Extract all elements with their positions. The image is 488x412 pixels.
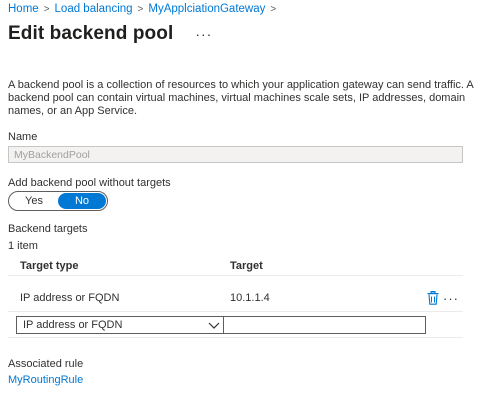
new-target-row: IP address or FQDN bbox=[8, 312, 463, 338]
name-label: Name bbox=[8, 131, 38, 143]
name-input-value: MyBackendPool bbox=[14, 148, 90, 161]
backend-targets-table: Target type Target IP address or FQDN 10… bbox=[8, 256, 463, 338]
toggle-option-yes[interactable]: Yes bbox=[10, 193, 58, 209]
row-target-value: 10.1.1.4 bbox=[230, 292, 270, 304]
chevron-right-icon: > bbox=[137, 3, 144, 15]
row-target-type: IP address or FQDN bbox=[20, 292, 120, 304]
table-row: IP address or FQDN 10.1.1.4 ··· bbox=[8, 286, 463, 312]
target-type-select-value: IP address or FQDN bbox=[23, 319, 123, 331]
row-more-button[interactable]: ··· bbox=[443, 292, 459, 305]
backend-targets-count: 1 item bbox=[8, 240, 38, 252]
title-row: Edit backend pool ··· bbox=[8, 20, 212, 48]
page-description: A backend pool is a collection of resour… bbox=[8, 79, 474, 117]
breadcrumb-home[interactable]: Home bbox=[8, 3, 39, 15]
without-targets-toggle: Yes No bbox=[8, 191, 108, 211]
without-targets-label: Add backend pool without targets bbox=[8, 177, 171, 189]
associated-rule-label: Associated rule bbox=[8, 358, 84, 370]
associated-rule-link[interactable]: MyRoutingRule bbox=[8, 374, 83, 386]
more-options-button[interactable]: ··· bbox=[195, 27, 212, 41]
breadcrumb-application-gateway[interactable]: MyApplciationGateway bbox=[148, 3, 265, 15]
trash-icon[interactable] bbox=[427, 291, 439, 305]
column-header-target: Target bbox=[230, 260, 263, 272]
row-actions: ··· bbox=[427, 291, 459, 305]
backend-targets-label: Backend targets bbox=[8, 223, 88, 235]
chevron-down-icon bbox=[208, 322, 220, 329]
toggle-option-no[interactable]: No bbox=[58, 193, 106, 209]
table-header-row: Target type Target bbox=[8, 256, 463, 276]
target-type-select[interactable]: IP address or FQDN bbox=[16, 316, 226, 334]
target-input[interactable] bbox=[223, 316, 426, 334]
chevron-right-icon: > bbox=[270, 3, 277, 15]
column-header-target-type: Target type bbox=[20, 260, 79, 272]
chevron-right-icon: > bbox=[43, 3, 50, 15]
breadcrumb-load-balancing[interactable]: Load balancing bbox=[55, 3, 133, 15]
breadcrumb: Home > Load balancing > MyApplciationGat… bbox=[8, 2, 281, 16]
name-input: MyBackendPool bbox=[8, 146, 463, 163]
page-title: Edit backend pool bbox=[8, 23, 174, 44]
